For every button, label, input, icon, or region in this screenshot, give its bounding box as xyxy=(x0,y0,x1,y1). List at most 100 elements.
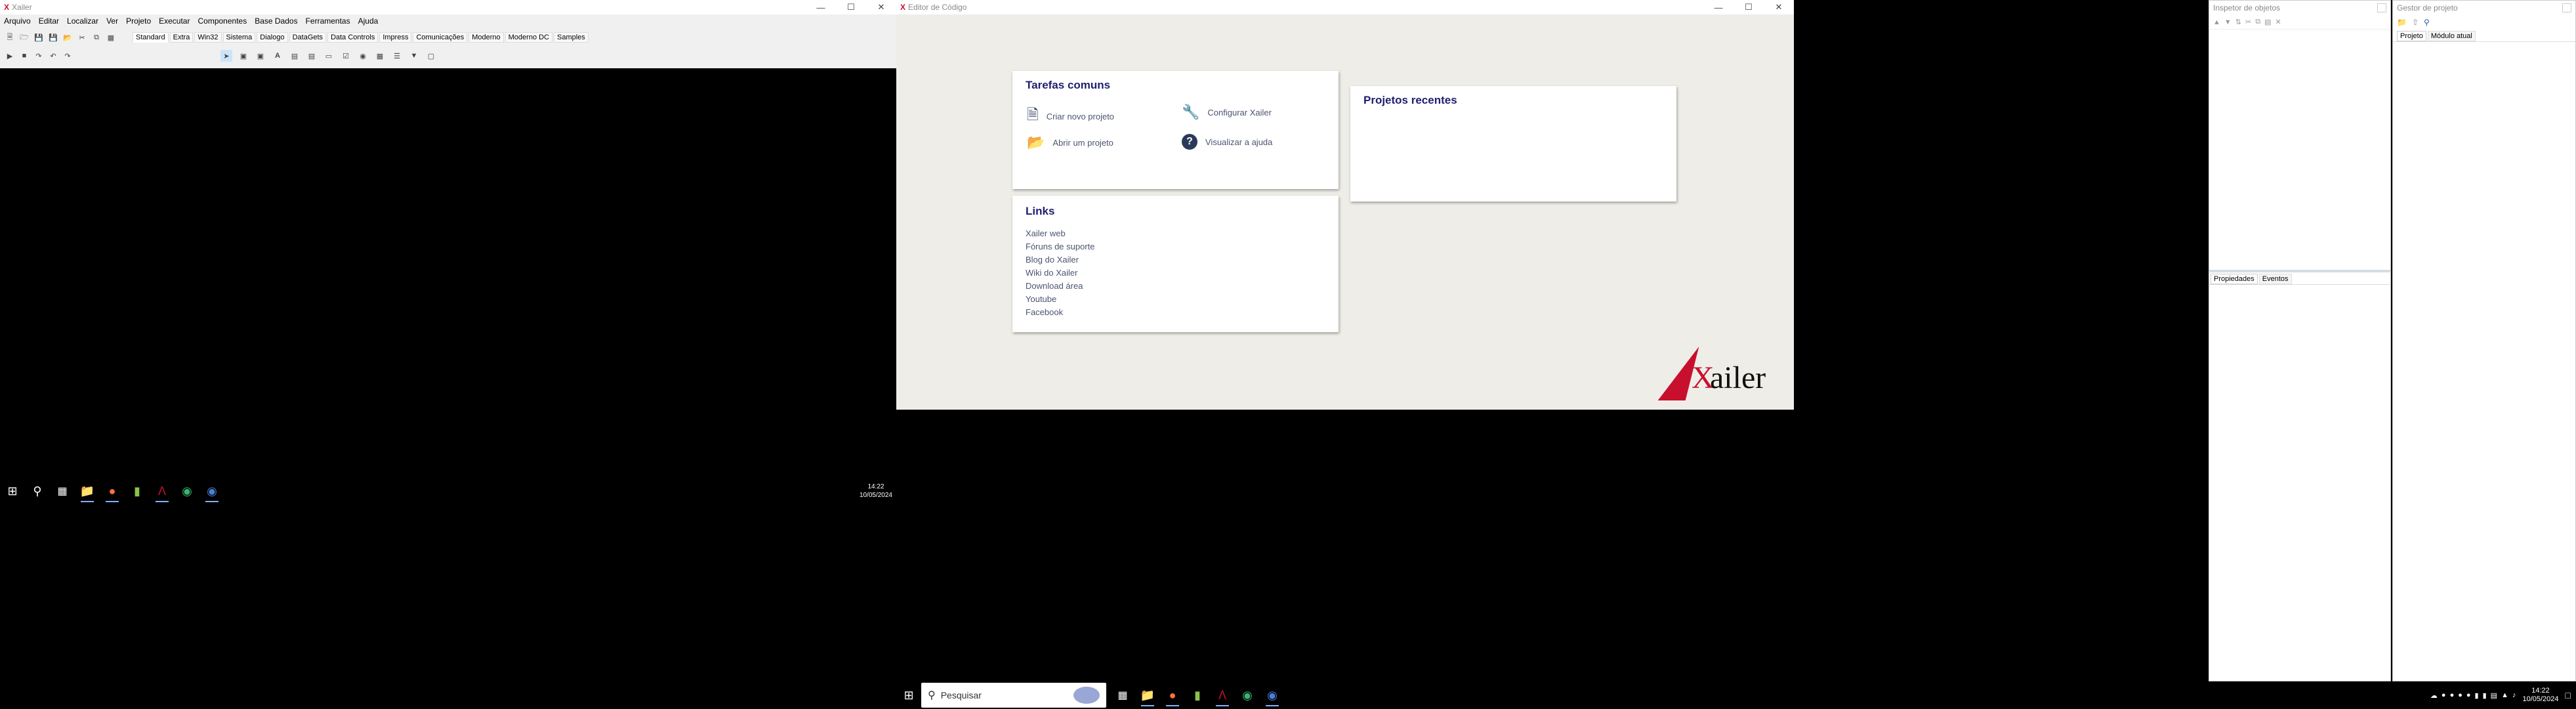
help-link[interactable]: ? Visualizar a ajuda xyxy=(1182,134,1272,150)
pointer-icon[interactable]: ➤ xyxy=(220,50,232,62)
xailer-taskbar-icon[interactable]: Λ xyxy=(150,479,175,504)
tab-moderno-dc[interactable]: Moderno DC xyxy=(505,32,552,43)
menu-executar[interactable]: Executar xyxy=(155,16,194,26)
tab-impress[interactable]: Impress xyxy=(379,32,412,43)
firefox-icon[interactable]: ● xyxy=(1160,683,1185,708)
checkbox-icon[interactable]: ☑ xyxy=(340,50,352,62)
menu-componentes[interactable]: Componentes xyxy=(194,16,251,26)
tray-icon[interactable]: ▮ xyxy=(2483,691,2487,700)
step-icon[interactable]: ↷ xyxy=(33,50,45,62)
link-download[interactable]: Download área xyxy=(1026,280,1095,293)
delete-icon[interactable]: ✕ xyxy=(2275,18,2281,26)
wifi-icon[interactable]: ▲ xyxy=(2501,691,2508,699)
stop-icon[interactable]: ■ xyxy=(18,50,30,62)
app-chrome-icon[interactable]: ◉ xyxy=(199,479,224,504)
network-icon[interactable]: ▤ xyxy=(2491,691,2497,700)
paste-icon[interactable]: ▤ xyxy=(2264,18,2271,26)
maximize-button[interactable]: ☐ xyxy=(1734,0,1764,14)
tab-win32[interactable]: Win32 xyxy=(194,32,222,43)
radio-icon[interactable]: ◉ xyxy=(357,50,369,62)
memo-icon[interactable]: ▤ xyxy=(306,50,318,62)
properties-grid[interactable] xyxy=(2209,284,2390,678)
link-youtube[interactable]: Youtube xyxy=(1026,293,1095,306)
copy-icon[interactable]: ⧉ xyxy=(2255,18,2260,26)
tray-icon[interactable]: ● xyxy=(2466,691,2471,699)
tab-moderno[interactable]: Moderno xyxy=(468,32,504,43)
image-icon[interactable]: ▣ xyxy=(255,50,266,62)
save-icon[interactable]: 💾 xyxy=(33,32,45,43)
notification-icon[interactable]: □ xyxy=(2566,690,2571,700)
tab-samples[interactable]: Samples xyxy=(554,32,589,43)
arrow-down-icon[interactable]: ▼ xyxy=(2224,18,2232,26)
menu-projeto[interactable]: Projeto xyxy=(122,16,155,26)
file-explorer-icon[interactable]: 📁 xyxy=(75,479,100,504)
menu-localizar[interactable]: Localizar xyxy=(63,16,102,26)
undo-icon[interactable]: ↶ xyxy=(47,50,59,62)
folder-icon[interactable]: 📁 xyxy=(2397,18,2407,27)
app-chrome-icon[interactable]: ◉ xyxy=(1260,683,1285,708)
link-wiki[interactable]: Wiki do Xailer xyxy=(1026,267,1095,280)
menu-ferramentas[interactable]: Ferramentas xyxy=(302,16,354,26)
tab-project[interactable]: Projeto xyxy=(2397,31,2426,41)
calculator-icon[interactable]: ▦ xyxy=(105,32,117,43)
label-icon[interactable]: A xyxy=(272,50,283,62)
open-project-link[interactable]: 📂 Abrir um projeto xyxy=(1027,134,1113,151)
new-project-link[interactable]: 🗎 Criar novo projeto xyxy=(1027,104,1114,129)
combobox-icon[interactable]: ▼ xyxy=(408,50,420,62)
start-button[interactable]: ⊞ xyxy=(896,683,921,708)
tab-dialogo[interactable]: Dialogo xyxy=(257,32,288,43)
taskbar-search-box[interactable]: ⚲ Pesquisar xyxy=(921,683,1106,708)
configure-link[interactable]: 🔧 Configurar Xailer xyxy=(1182,104,1272,121)
tab-sistema[interactable]: Sistema xyxy=(222,32,256,43)
copy-icon[interactable]: ⧉ xyxy=(91,32,102,43)
tab-datagets[interactable]: DataGets xyxy=(289,32,327,43)
groupbox-icon[interactable]: ▦ xyxy=(374,50,386,62)
search-icon[interactable]: ⚲ xyxy=(25,479,50,504)
close-icon[interactable] xyxy=(2562,3,2571,12)
minimize-button[interactable]: — xyxy=(1703,0,1734,14)
tab-events[interactable]: Eventos xyxy=(2258,274,2292,284)
tray-icon[interactable]: ● xyxy=(2450,691,2455,699)
minimize-button[interactable]: — xyxy=(806,0,836,14)
close-button[interactable]: ✕ xyxy=(866,0,896,14)
notepad-icon[interactable]: ▮ xyxy=(1185,683,1210,708)
left-clock[interactable]: 14:22 10/05/2024 xyxy=(860,483,892,500)
arrow-up-icon[interactable]: ▲ xyxy=(2213,18,2220,26)
panel-icon[interactable]: ▢ xyxy=(425,50,437,62)
app-green-icon[interactable]: ◉ xyxy=(1235,683,1260,708)
menu-ver[interactable]: Ver xyxy=(102,16,122,26)
xailer-taskbar-icon[interactable]: Λ xyxy=(1210,683,1235,708)
file-explorer-icon[interactable]: 📁 xyxy=(1135,683,1160,708)
run-icon[interactable]: ▶ xyxy=(4,50,16,62)
task-view-icon[interactable]: ▦ xyxy=(50,479,75,504)
edit-icon[interactable]: ▤ xyxy=(289,50,301,62)
sort-icon[interactable]: ⇅ xyxy=(2235,18,2241,26)
menu-ajuda[interactable]: Ajuda xyxy=(354,16,383,26)
main-clock[interactable]: 14:22 10/05/2024 xyxy=(2522,687,2558,704)
link-forums[interactable]: Fóruns de suporte xyxy=(1026,240,1095,253)
open-file-icon[interactable]: 🗁 xyxy=(18,32,30,43)
tray-icon[interactable]: ▮ xyxy=(2475,691,2479,700)
link-blog[interactable]: Blog do Xailer xyxy=(1026,253,1095,267)
menu-base-dados[interactable]: Base Dados xyxy=(251,16,301,26)
tab-current-module[interactable]: Módulo atual xyxy=(2427,31,2476,41)
new-file-icon[interactable]: 🗎 xyxy=(4,32,16,43)
menu-arquivo[interactable]: Arquivo xyxy=(0,16,35,26)
cut-icon[interactable]: ✂ xyxy=(2245,18,2251,26)
volume-icon[interactable]: ♪ xyxy=(2512,691,2516,699)
search-icon[interactable]: ⚲ xyxy=(2424,18,2430,27)
menu-editar[interactable]: Editar xyxy=(35,16,63,26)
close-icon[interactable] xyxy=(2377,3,2386,12)
task-view-icon[interactable]: ▦ xyxy=(1110,683,1135,708)
app-green-icon[interactable]: ◉ xyxy=(175,479,199,504)
open-project-icon[interactable]: 📂 xyxy=(62,32,73,43)
tray-icon[interactable]: ☁ xyxy=(2430,691,2438,700)
link-xailer-web[interactable]: Xailer web xyxy=(1026,227,1095,240)
tab-comunicacoes[interactable]: Comunicações xyxy=(413,32,468,43)
close-button[interactable]: ✕ xyxy=(1764,0,1794,14)
button-icon[interactable]: ▭ xyxy=(323,50,335,62)
tray-icon[interactable]: ● xyxy=(2441,691,2446,699)
tab-standard[interactable]: Standard xyxy=(133,32,169,43)
tab-extra[interactable]: Extra xyxy=(169,32,194,43)
maximize-button[interactable]: ☐ xyxy=(836,0,866,14)
